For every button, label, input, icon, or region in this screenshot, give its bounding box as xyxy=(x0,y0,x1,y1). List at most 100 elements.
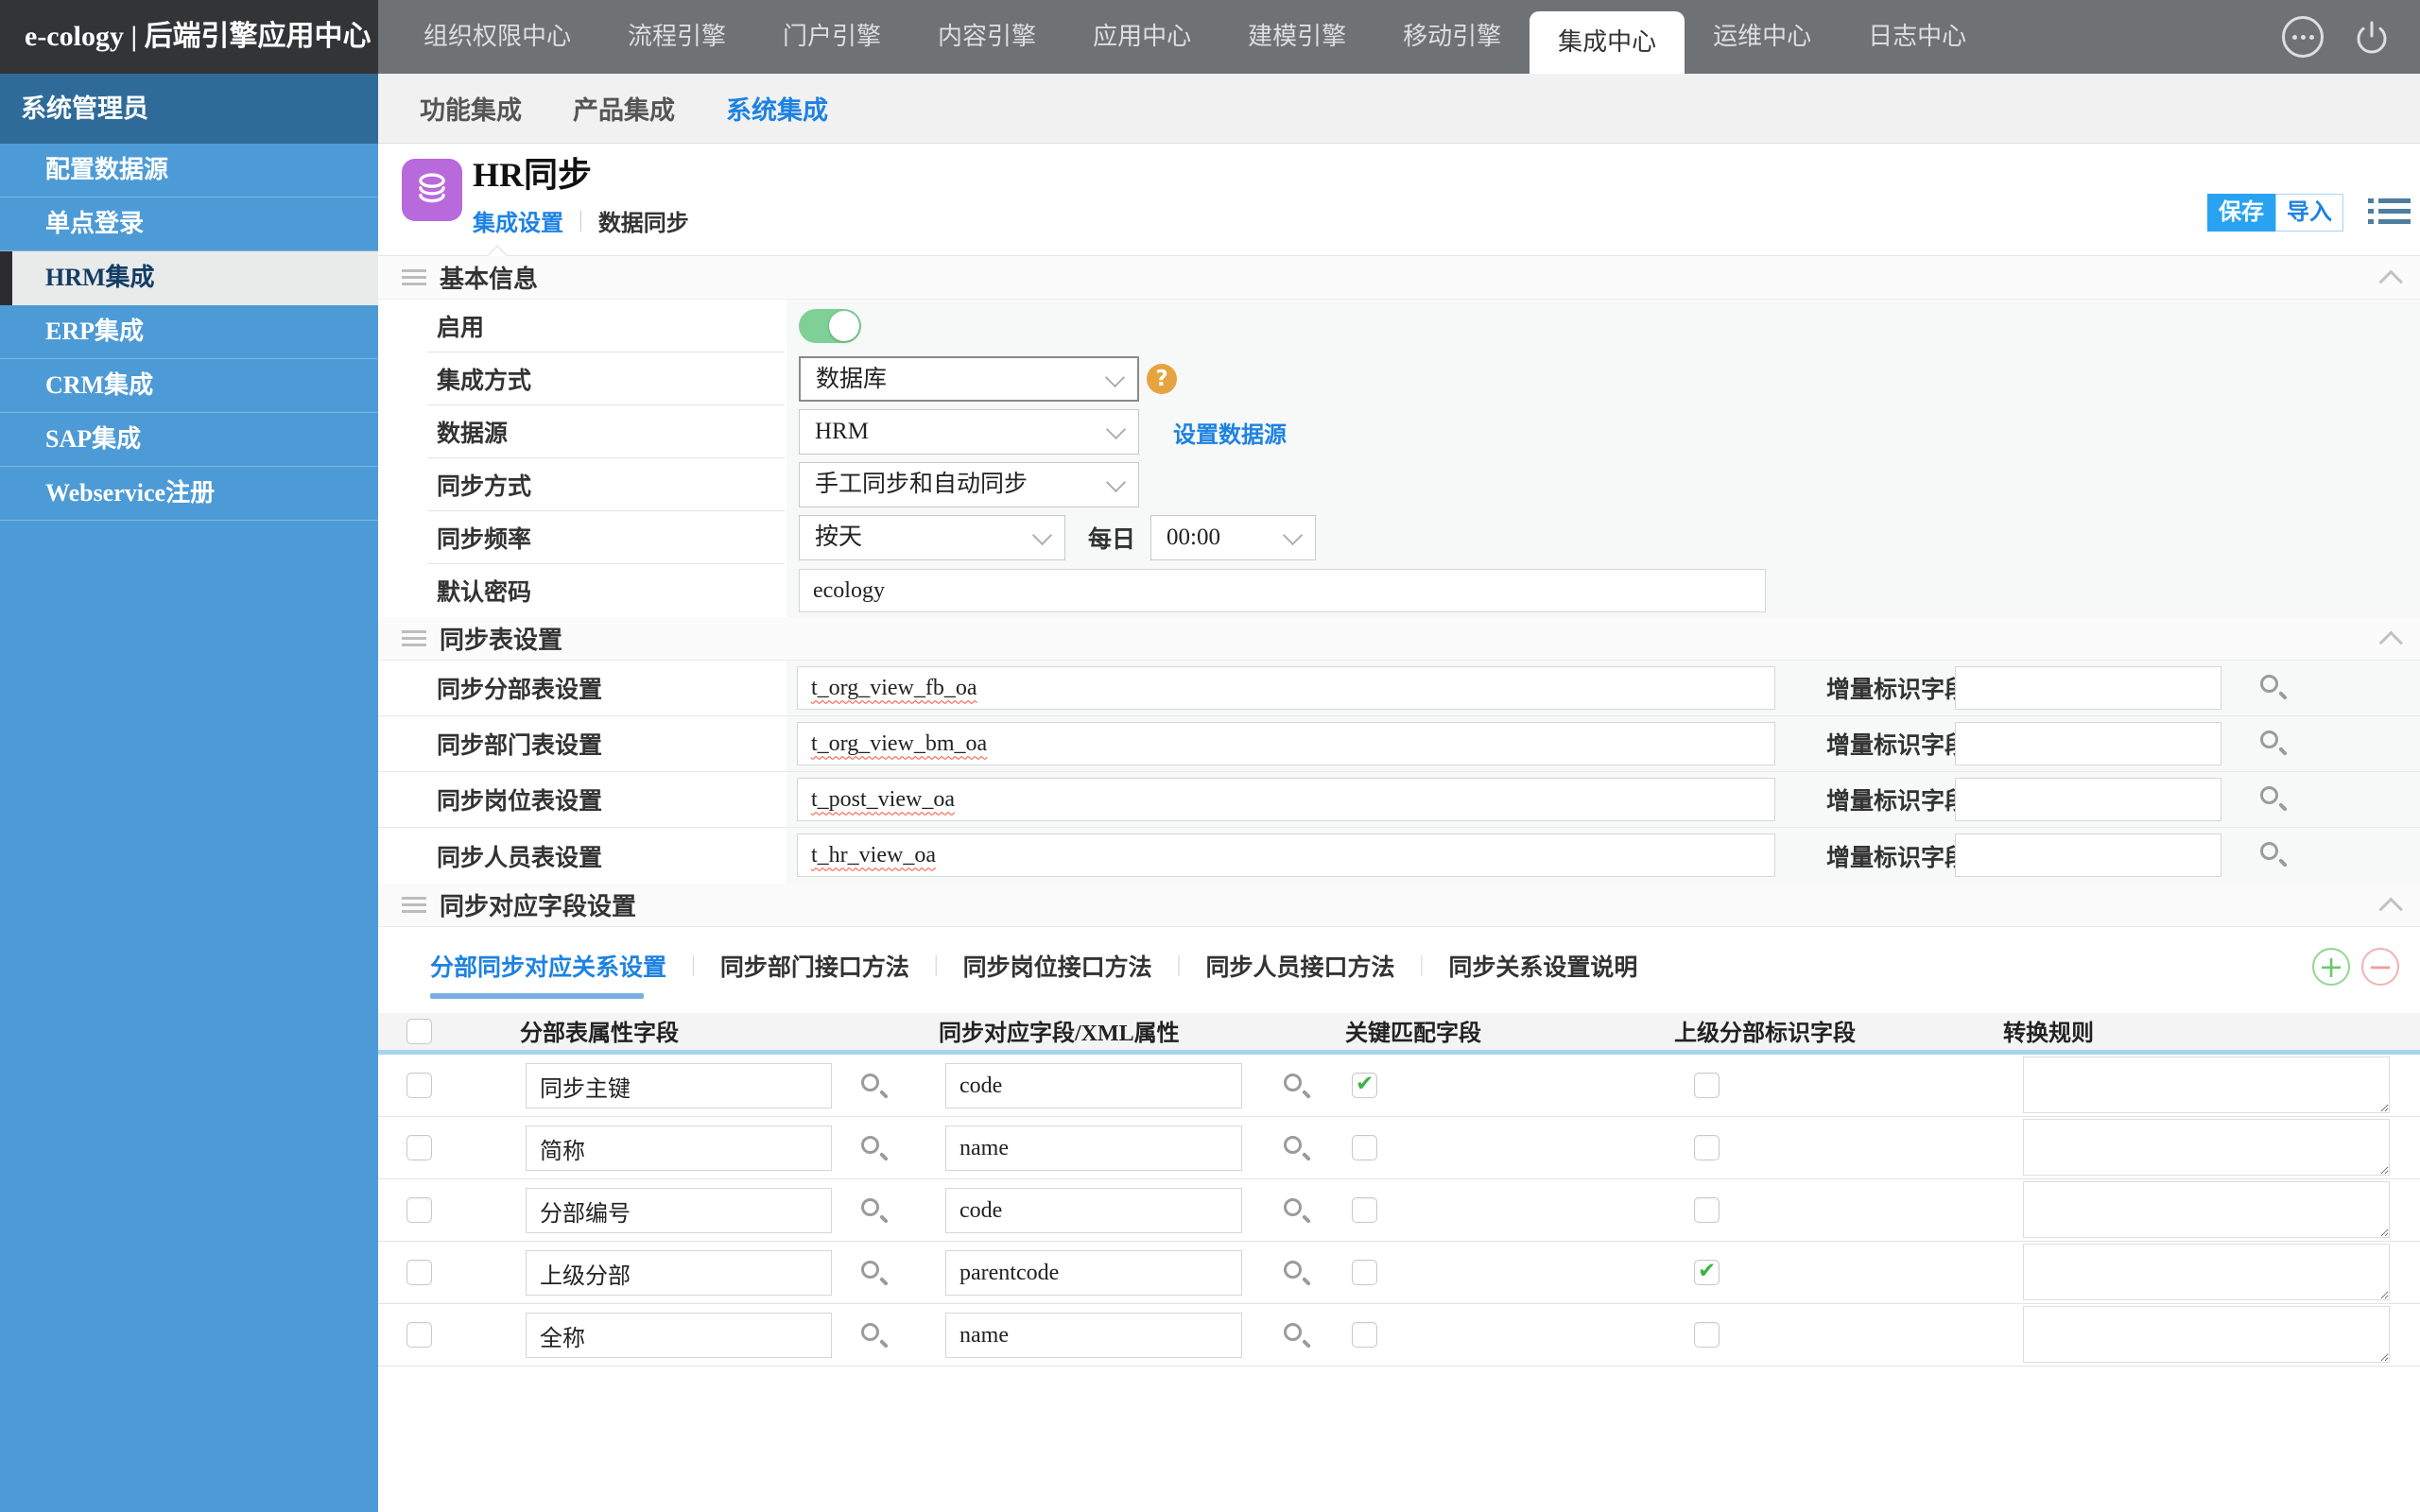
row-checkbox[interactable] xyxy=(406,1073,432,1098)
sidebar-item-crm-integration[interactable]: CRM集成 xyxy=(0,359,378,413)
parent-flag-checkbox[interactable] xyxy=(1694,1197,1720,1223)
set-datasource-link[interactable]: 设置数据源 xyxy=(1173,416,1287,449)
key-match-checkbox[interactable] xyxy=(1352,1135,1377,1160)
tab-relation-help[interactable]: 同步关系设置说明 xyxy=(1448,949,1637,983)
search-icon[interactable] xyxy=(860,1322,889,1350)
nav-item-modeling-engine[interactable]: 建模引擎 xyxy=(1219,0,1374,74)
mapped-field-input[interactable]: code xyxy=(945,1188,1242,1233)
search-icon[interactable] xyxy=(860,1197,889,1226)
nav-item-content-engine[interactable]: 内容引擎 xyxy=(909,0,1064,74)
key-match-checkbox[interactable] xyxy=(1352,1197,1377,1223)
search-icon[interactable] xyxy=(860,1135,889,1163)
branch-table-input[interactable]: t_org_view_fb_oa xyxy=(797,666,1775,710)
sidebar-item-hrm-integration[interactable]: HRM集成 xyxy=(0,251,378,305)
sync-frequency-select[interactable]: 按天 xyxy=(799,515,1065,560)
nav-item-workflow-engine[interactable]: 流程引擎 xyxy=(599,0,754,74)
increment-field-input[interactable] xyxy=(1955,722,2221,765)
save-button[interactable]: 保存 xyxy=(2207,194,2275,232)
nav-item-log-center[interactable]: 日志中心 xyxy=(1840,0,1995,74)
subnav-item-function-integration[interactable]: 功能集成 xyxy=(420,90,522,127)
help-icon[interactable]: ? xyxy=(1147,364,1177,394)
integration-mode-select[interactable]: 数据库 xyxy=(799,356,1139,402)
enable-toggle[interactable] xyxy=(799,309,861,343)
key-match-checkbox[interactable] xyxy=(1352,1073,1377,1098)
search-icon[interactable] xyxy=(860,1260,889,1288)
chevron-up-icon[interactable] xyxy=(2379,630,2403,654)
nav-item-integration-center[interactable]: 集成中心 xyxy=(1530,11,1685,74)
transform-rule-textarea[interactable] xyxy=(2023,1306,2390,1363)
chevron-up-icon[interactable] xyxy=(2379,897,2403,920)
subnav-item-system-integration[interactable]: 系统集成 xyxy=(726,90,828,127)
field-input[interactable]: 全称 xyxy=(526,1313,832,1358)
chevron-up-icon[interactable] xyxy=(2379,269,2403,293)
subnav-item-product-integration[interactable]: 产品集成 xyxy=(573,90,675,127)
row-checkbox[interactable] xyxy=(406,1322,432,1348)
parent-flag-checkbox[interactable] xyxy=(1694,1260,1720,1285)
nav-item-mobile-engine[interactable]: 移动引擎 xyxy=(1374,0,1530,74)
post-table-input[interactable]: t_post_view_oa xyxy=(797,778,1775,821)
key-match-checkbox[interactable] xyxy=(1352,1260,1377,1285)
more-menu-icon[interactable] xyxy=(2282,16,2324,58)
mapped-field-input[interactable]: parentcode xyxy=(945,1250,1242,1296)
parent-flag-checkbox[interactable] xyxy=(1694,1322,1720,1348)
add-row-button[interactable]: + xyxy=(2312,948,2350,986)
parent-flag-checkbox[interactable] xyxy=(1694,1135,1720,1160)
tab-post-interface[interactable]: 同步岗位接口方法 xyxy=(963,949,1152,983)
search-icon[interactable] xyxy=(2259,730,2288,758)
datasource-select[interactable]: HRM xyxy=(799,409,1139,455)
personnel-table-input[interactable]: t_hr_view_oa xyxy=(797,833,1775,877)
nav-item-ops-center[interactable]: 运维中心 xyxy=(1685,0,1840,74)
transform-rule-textarea[interactable] xyxy=(2023,1057,2390,1113)
field-input[interactable]: 上级分部 xyxy=(526,1250,832,1296)
increment-field-input[interactable] xyxy=(1955,778,2221,821)
sidebar-item-erp-integration[interactable]: ERP集成 xyxy=(0,305,378,359)
mapped-field-input[interactable]: code xyxy=(945,1063,1242,1108)
key-match-checkbox[interactable] xyxy=(1352,1322,1377,1348)
search-icon[interactable] xyxy=(1283,1073,1311,1101)
transform-rule-textarea[interactable] xyxy=(2023,1119,2390,1176)
transform-rule-textarea[interactable] xyxy=(2023,1181,2390,1238)
daily-time-select[interactable]: 00:00 xyxy=(1150,515,1316,560)
sidebar-item-webservice-register[interactable]: Webservice注册 xyxy=(0,467,378,521)
parent-flag-checkbox[interactable] xyxy=(1694,1073,1720,1098)
search-icon[interactable] xyxy=(1283,1260,1311,1288)
sidebar-item-sso[interactable]: 单点登录 xyxy=(0,198,378,251)
increment-field-input[interactable] xyxy=(1955,833,2221,877)
search-icon[interactable] xyxy=(1283,1135,1311,1163)
row-checkbox[interactable] xyxy=(406,1260,432,1285)
tab-branch-mapping[interactable]: 分部同步对应关系设置 xyxy=(430,949,666,983)
search-icon[interactable] xyxy=(2259,674,2288,702)
import-button[interactable]: 导入 xyxy=(2275,194,2343,232)
row-checkbox[interactable] xyxy=(406,1135,432,1160)
search-icon[interactable] xyxy=(1283,1197,1311,1226)
field-input[interactable]: 同步主键 xyxy=(526,1063,832,1108)
tab-integration-settings[interactable]: 集成设置 xyxy=(473,204,563,237)
field-input[interactable]: 简称 xyxy=(526,1125,832,1171)
mapped-field-input[interactable]: name xyxy=(945,1313,1242,1358)
tab-department-interface[interactable]: 同步部门接口方法 xyxy=(720,949,909,983)
nav-item-portal-engine[interactable]: 门户引擎 xyxy=(754,0,909,74)
tab-personnel-interface[interactable]: 同步人员接口方法 xyxy=(1205,949,1394,983)
remove-row-button[interactable]: − xyxy=(2361,948,2399,986)
nav-item-app-center[interactable]: 应用中心 xyxy=(1064,0,1219,74)
select-all-checkbox[interactable] xyxy=(406,1019,432,1044)
nav-item-org-permission[interactable]: 组织权限中心 xyxy=(395,0,599,74)
transform-rule-textarea[interactable] xyxy=(2023,1244,2390,1300)
power-icon[interactable] xyxy=(2350,15,2394,59)
row-checkbox[interactable] xyxy=(406,1197,432,1223)
list-view-icon[interactable] xyxy=(2368,198,2411,230)
increment-field-input[interactable] xyxy=(1955,666,2221,710)
search-icon[interactable] xyxy=(2259,841,2288,869)
field-input[interactable]: 分部编号 xyxy=(526,1188,832,1233)
default-password-input[interactable]: ecology xyxy=(799,569,1766,612)
department-table-input[interactable]: t_org_view_bm_oa xyxy=(797,722,1775,765)
tab-data-sync[interactable]: 数据同步 xyxy=(598,204,689,237)
sidebar-item-datasource-config[interactable]: 配置数据源 xyxy=(0,144,378,198)
mapped-field-input[interactable]: name xyxy=(945,1125,1242,1171)
search-icon[interactable] xyxy=(1283,1322,1311,1350)
sync-mode-select[interactable]: 手工同步和自动同步 xyxy=(799,462,1139,507)
header-actions: 保存 导入 xyxy=(2207,194,2343,232)
sidebar-item-sap-integration[interactable]: SAP集成 xyxy=(0,413,378,467)
search-icon[interactable] xyxy=(2259,785,2288,814)
search-icon[interactable] xyxy=(860,1073,889,1101)
